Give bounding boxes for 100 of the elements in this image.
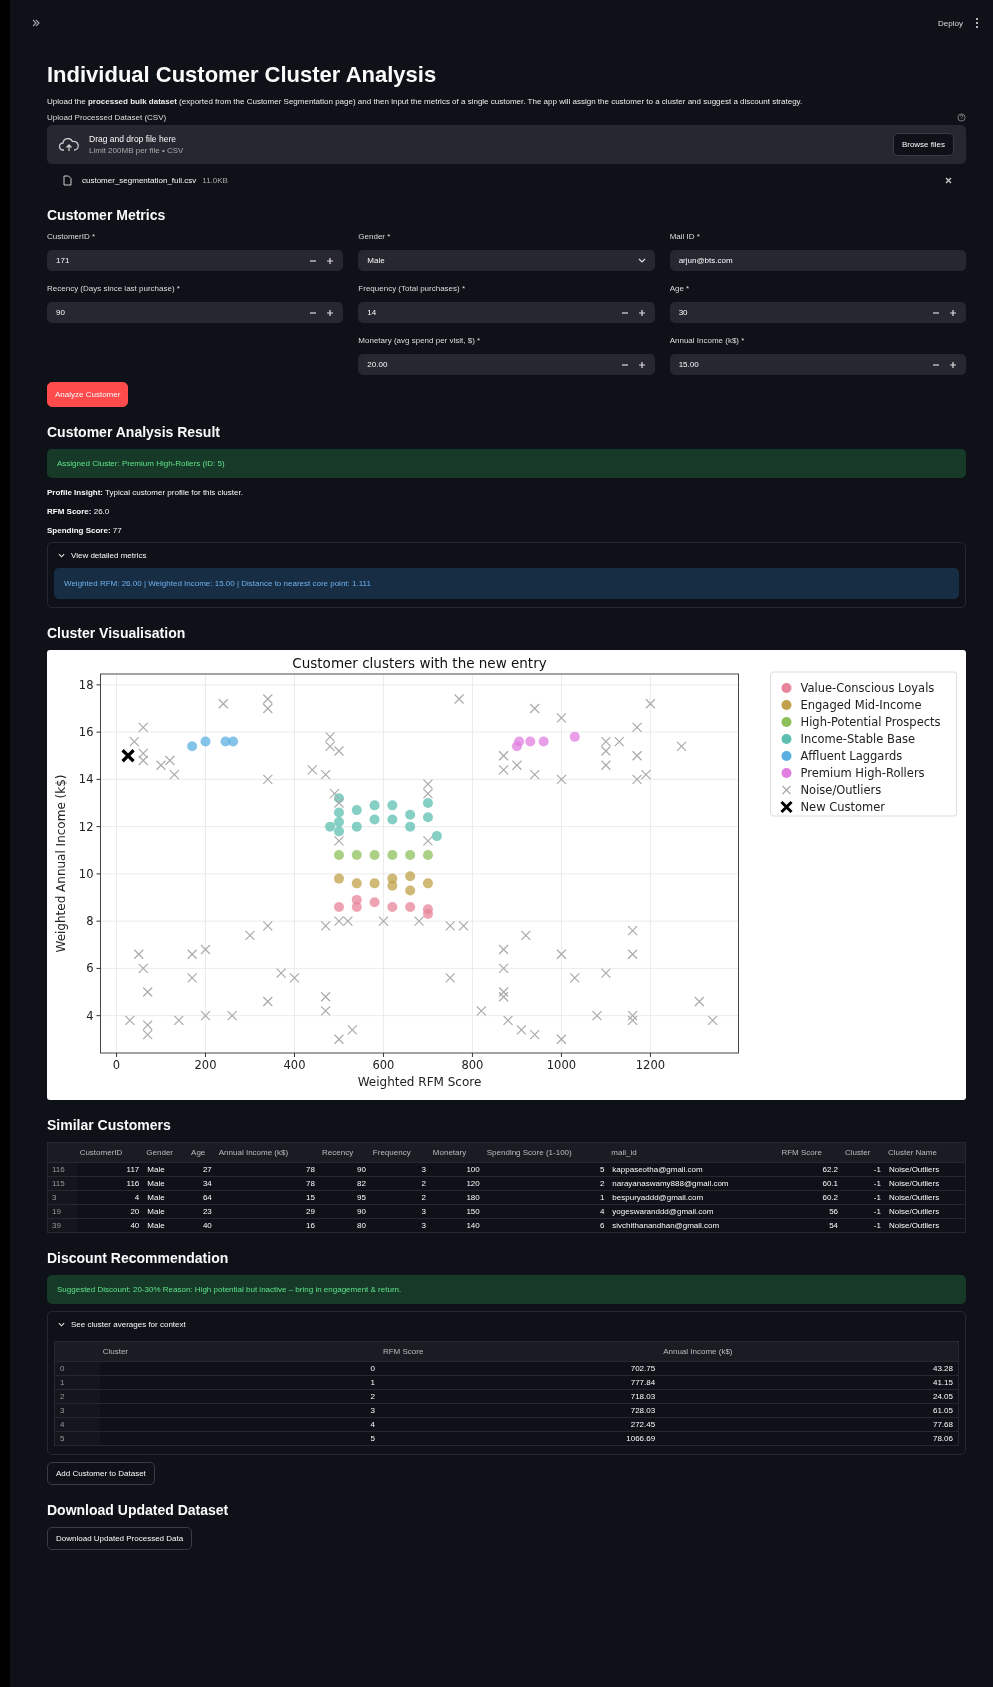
- table-cell: 100: [429, 1162, 484, 1177]
- table-cell: 40: [188, 1218, 216, 1233]
- y-tick-label: 6: [86, 961, 94, 976]
- row-index: 39: [47, 1218, 77, 1233]
- outlier-marker: [627, 1010, 638, 1021]
- outlier-marker: [320, 769, 331, 780]
- expander-header[interactable]: View detailed metrics: [54, 543, 959, 562]
- help-icon[interactable]: [957, 113, 966, 122]
- outlier-marker: [262, 693, 273, 705]
- input-field[interactable]: arjun@bts.com: [669, 250, 966, 271]
- table-cell: 15: [215, 1190, 319, 1205]
- table-cell: 2: [369, 1190, 430, 1205]
- table-cell: 1: [99, 1375, 380, 1390]
- legend-label: Engaged Mid-Income: [800, 698, 922, 712]
- table-cell: 272.45: [379, 1417, 661, 1432]
- table-cell: 2: [369, 1176, 430, 1191]
- outlier-marker: [707, 1015, 718, 1026]
- outlier-marker: [600, 745, 611, 757]
- chevron-icon: [58, 1321, 65, 1328]
- section-heading: Cluster Visualisation: [47, 625, 187, 641]
- uploader-label: Upload Processed Dataset (CSV): [47, 113, 167, 122]
- plus-icon[interactable]: [637, 360, 646, 369]
- table-cell: 56: [778, 1204, 843, 1219]
- input-field[interactable]: 20.00: [358, 354, 655, 375]
- data-point: [333, 826, 344, 837]
- input-field[interactable]: 15.00: [669, 354, 966, 375]
- sidebar-toggle-icon[interactable]: [32, 19, 40, 27]
- outlier-marker: [591, 1010, 603, 1021]
- table-cell: 64: [188, 1190, 216, 1205]
- table-cell: 54: [778, 1218, 843, 1233]
- row-index: 4: [54, 1417, 100, 1432]
- data-point: [422, 850, 433, 860]
- outlier-marker: [155, 760, 167, 771]
- data-point: [351, 878, 362, 889]
- x-tick-label: 1200: [635, 1058, 666, 1072]
- deploy-button[interactable]: Deploy: [936, 16, 965, 30]
- table-cell: yogeswaranddd@gmail.com: [608, 1204, 779, 1219]
- data-point: [514, 736, 525, 747]
- outlier-marker: [142, 986, 153, 998]
- table-cell: 120: [429, 1176, 484, 1191]
- download-button[interactable]: Download Updated Processed Data: [47, 1527, 193, 1550]
- file-drop-zone[interactable]: Drag and drop file here Limit 200MB per file • CSV Browse files: [47, 125, 966, 164]
- input-field[interactable]: 171: [47, 250, 344, 271]
- table-cell: 29: [215, 1204, 319, 1219]
- outlier-marker: [378, 916, 389, 927]
- table-cell: Male: [143, 1176, 189, 1191]
- outlier-marker: [498, 764, 509, 776]
- chevron-down-icon[interactable]: [637, 257, 646, 264]
- cloud-upload-icon: [59, 137, 79, 152]
- outlier-marker: [502, 1015, 514, 1026]
- outlier-marker: [627, 1015, 638, 1026]
- input-field[interactable]: 90: [47, 302, 344, 323]
- result-line: Spending Score: 77: [47, 526, 123, 535]
- outlier-marker: [627, 949, 638, 960]
- close-icon[interactable]: [945, 177, 952, 184]
- plus-icon[interactable]: [637, 308, 646, 317]
- outlier-marker: [631, 774, 643, 785]
- data-point: [369, 850, 380, 860]
- legend-label: Affluent Laggards: [800, 749, 903, 763]
- add-customer-button[interactable]: Add Customer to Dataset: [47, 1462, 155, 1485]
- intro-text: Upload the processed bulk dataset (exported from the Customer Segmentation page) and then input the metrics of a single customer. The app will assign the customer to a cluster and suggest a discount strategy.: [47, 97, 804, 106]
- outlier-marker: [529, 1029, 540, 1040]
- plus-icon[interactable]: [326, 308, 335, 317]
- input-field[interactable]: Male: [358, 250, 655, 271]
- outlier-marker: [498, 986, 509, 998]
- data-point: [422, 878, 433, 889]
- table-cell: 4: [76, 1190, 144, 1205]
- data-point: [369, 878, 380, 889]
- outlier-marker: [342, 916, 353, 927]
- result-line: RFM Score: 26.0: [47, 507, 111, 516]
- outlier-marker: [187, 949, 198, 960]
- outlier-marker: [529, 769, 540, 780]
- outlier-marker: [422, 835, 434, 846]
- outlier-marker: [262, 703, 273, 714]
- data-point: [538, 736, 549, 747]
- expander-header[interactable]: See cluster averages for context: [54, 1312, 959, 1331]
- x-tick: 600: [372, 1052, 395, 1072]
- row-index: 116: [47, 1162, 77, 1177]
- outlier-marker: [307, 764, 318, 776]
- plus-icon[interactable]: [949, 308, 957, 317]
- outlier-marker: [422, 788, 434, 799]
- table-cell: 27: [188, 1162, 216, 1177]
- browse-files-button[interactable]: Browse files: [892, 133, 954, 156]
- y-tick-label: 12: [78, 819, 94, 834]
- input-field[interactable]: 14: [358, 302, 655, 323]
- menu-icon[interactable]: [975, 17, 979, 29]
- input-field[interactable]: 30: [669, 302, 966, 323]
- chart-title: Customer clusters with the new entry: [292, 655, 547, 671]
- table-cell: 95: [319, 1190, 370, 1205]
- column-header: RFM Score: [379, 1341, 661, 1362]
- table-cell: 78: [215, 1162, 319, 1177]
- plus-icon[interactable]: [949, 360, 957, 369]
- row-index: 115: [47, 1176, 77, 1191]
- outlier-marker: [142, 1029, 153, 1040]
- table-cell: 5: [99, 1431, 380, 1446]
- outlier-marker: [333, 797, 345, 809]
- field-label: Age *: [669, 284, 691, 293]
- column-header: Monetary: [429, 1142, 484, 1163]
- plus-icon[interactable]: [326, 256, 335, 265]
- table-cell: Noise/Outliers: [884, 1204, 966, 1219]
